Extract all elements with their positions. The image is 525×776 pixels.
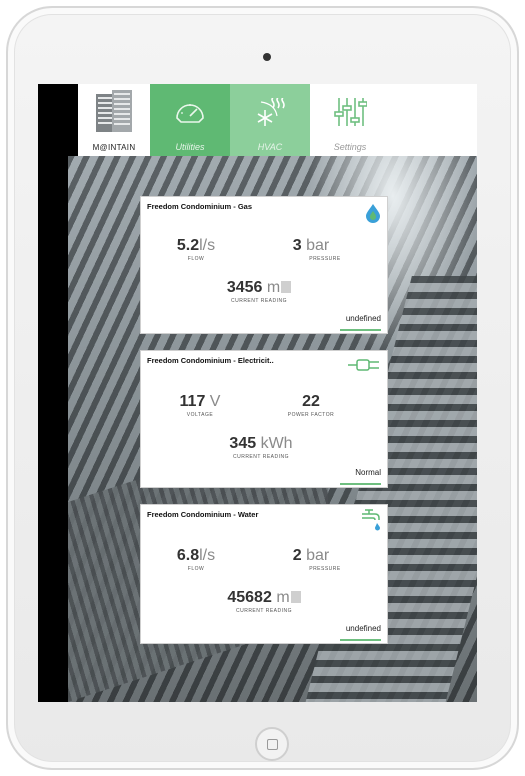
- pressure-caption: PRESSURE: [309, 566, 341, 572]
- tab-hvac-label: HVAC: [257, 142, 283, 152]
- tab-settings[interactable]: Settings: [310, 84, 390, 156]
- card-title: Freedom Condominium - Gas: [147, 202, 253, 211]
- card-title: Freedom Condominium - Water: [147, 510, 259, 519]
- status-badge: Normal: [355, 468, 381, 477]
- voltage-caption: VOLTAGE: [186, 412, 214, 418]
- flow-metric: 6.8l/s FLOW: [163, 547, 229, 572]
- flow-value: 6.8l/s: [176, 547, 216, 564]
- pressure-metric: 3 bar PRESSURE: [271, 237, 351, 262]
- current-reading-caption: CURRENT READING: [232, 454, 290, 460]
- status-bar: [340, 329, 381, 331]
- app-screen: M@INTAIN Utilities HVAC Settings Freedom…: [38, 84, 477, 702]
- pressure-caption: PRESSURE: [309, 256, 341, 262]
- current-reading-metric: 45682 m CURRENT READING: [199, 589, 329, 614]
- power-factor-caption: POWER FACTOR: [287, 412, 335, 418]
- current-reading-value: 45682 m: [199, 589, 329, 607]
- flame-drop-icon: [366, 204, 380, 223]
- flow-caption: FLOW: [187, 566, 205, 572]
- current-reading-value: 345 kWh: [229, 435, 293, 452]
- flow-metric: 5.2l/s FLOW: [163, 237, 229, 262]
- current-reading-caption: CURRENT READING: [230, 298, 288, 304]
- flow-value: 5.2l/s: [176, 237, 216, 254]
- status-bar: [340, 639, 381, 641]
- tab-utilities-label: Utilities: [175, 142, 205, 152]
- status-badge: undefined: [345, 314, 381, 323]
- front-camera: [263, 53, 271, 61]
- pressure-value: 3 bar: [292, 237, 330, 254]
- card-title: Freedom Condominium - Electricit..: [147, 356, 274, 365]
- voltage-metric: 117 V VOLTAGE: [163, 393, 237, 418]
- sliders-icon: [334, 98, 367, 126]
- nav-brand[interactable]: M@INTAIN: [78, 84, 150, 156]
- home-button[interactable]: [255, 727, 289, 761]
- plug-icon: [348, 359, 379, 371]
- status-bar: [340, 483, 381, 485]
- tab-hvac[interactable]: HVAC: [230, 84, 310, 156]
- pressure-metric: 2 bar PRESSURE: [271, 547, 351, 572]
- power-factor-value: 22: [302, 393, 320, 410]
- snowflake-heat-icon: [257, 98, 285, 126]
- building-icon: [96, 90, 132, 132]
- water-meter-card[interactable]: Freedom Condominium - Water 6.8l/s FLOW …: [140, 504, 388, 644]
- gas-meter-card[interactable]: Freedom Condominium - Gas 5.2l/s FLOW 3 …: [140, 196, 388, 334]
- tab-settings-label: Settings: [333, 142, 367, 152]
- brand-label: M@INTAIN: [92, 143, 136, 152]
- pressure-value: 2 bar: [292, 547, 330, 564]
- status-badge: undefined: [345, 624, 381, 633]
- faucet-icon: [362, 509, 380, 531]
- current-reading-metric: 345 kWh CURRENT READING: [201, 435, 321, 460]
- current-reading-caption: CURRENT READING: [235, 608, 293, 614]
- top-nav-bar: M@INTAIN Utilities HVAC Settings: [78, 84, 477, 156]
- flow-caption: FLOW: [187, 256, 205, 262]
- gauge-icon: [176, 104, 204, 123]
- voltage-value: 117 V: [179, 393, 221, 410]
- home-square-icon: [267, 739, 278, 750]
- current-reading-value: 3456 m: [199, 279, 319, 297]
- electricity-meter-card[interactable]: Freedom Condominium - Electricit.. 117 V…: [140, 350, 388, 488]
- current-reading-metric: 3456 m CURRENT READING: [199, 279, 319, 304]
- tab-utilities[interactable]: Utilities: [150, 84, 230, 156]
- power-factor-metric: 22 POWER FACTOR: [271, 393, 351, 418]
